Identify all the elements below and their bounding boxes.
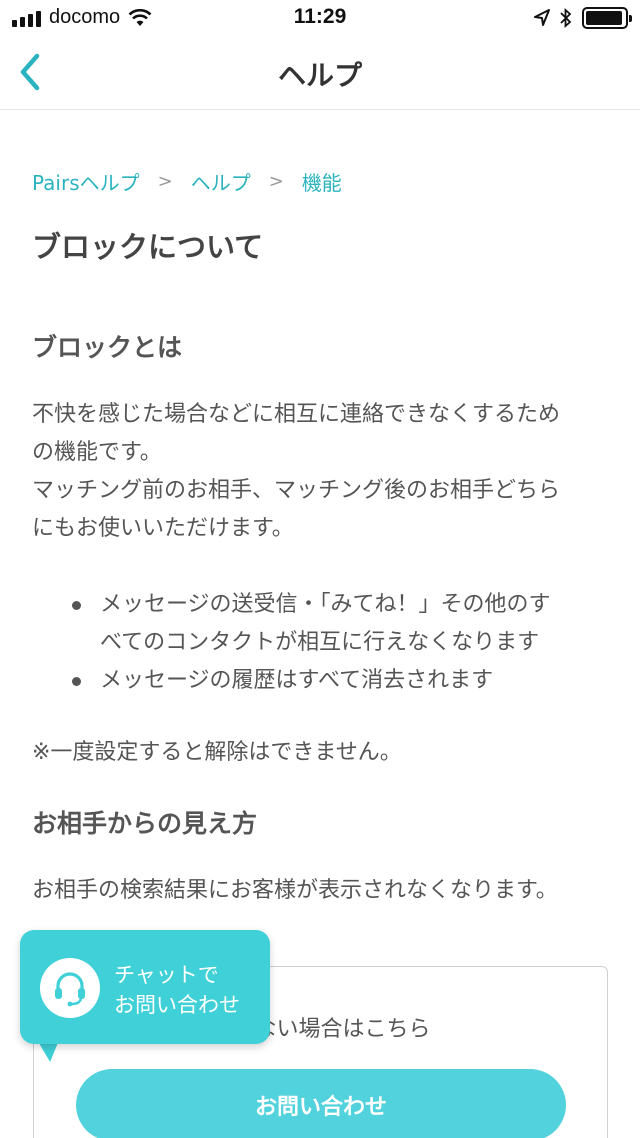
paragraph-line: にもお使いいただけます。: [32, 516, 294, 541]
breadcrumb: Pairsヘルプ > ヘルプ > 機能: [32, 160, 612, 202]
list-item: メッセージの送受信・「みてね！」その他のす べてのコンタクトが相互に行えなくなり…: [68, 586, 612, 662]
breadcrumb-separator: >: [268, 170, 284, 192]
chat-avatar: [40, 958, 100, 1018]
paragraph-line: 不快を感じた場合などに相互に連絡できなくするため: [32, 402, 561, 427]
note-text: ※一度設定すると解除はできません。: [32, 740, 402, 765]
headset-icon: [55, 972, 85, 1007]
article-content: Pairsヘルプ > ヘルプ > 機能 ブロックについて ブロックとは 不快を感…: [32, 160, 612, 910]
page-header-title: ヘルプ: [277, 59, 362, 92]
chat-label-line: お問い合わせ: [114, 993, 240, 1017]
paragraph-line: の機能です。: [32, 440, 162, 465]
list-item-line: メッセージの送受信・「みてね！」その他のす: [100, 592, 551, 617]
nav-bar: ヘルプ: [0, 36, 640, 110]
chat-label: チャットで お問い合わせ: [114, 960, 240, 1020]
contact-button[interactable]: お問い合わせ: [76, 1069, 566, 1138]
list-item-line: メッセージの履歴はすべて消去されます: [100, 668, 494, 693]
status-right: [534, 7, 632, 29]
list-item-line: べてのコンタクトが相互に行えなくなります: [100, 630, 540, 655]
breadcrumb-separator: >: [157, 170, 173, 192]
bullet-list: メッセージの送受信・「みてね！」その他のす べてのコンタクトが相互に行えなくなり…: [32, 586, 612, 700]
chat-support-button[interactable]: チャットで お問い合わせ: [20, 930, 270, 1044]
status-bar: docomo 11:29: [0, 0, 640, 36]
list-item: メッセージの履歴はすべて消去されます: [68, 662, 612, 700]
section-paragraph: 不快を感じた場合などに相互に連絡できなくするため の機能です。 マッチング前のお…: [32, 396, 612, 548]
chat-label-line: チャットで: [114, 963, 219, 987]
breadcrumb-pairs-help[interactable]: Pairsヘルプ: [32, 167, 140, 196]
section-heading-how-seen: お相手からの見え方: [32, 809, 258, 838]
paragraph-line: マッチング前のお相手、マッチング後のお相手どちら: [32, 478, 561, 503]
breadcrumb-help[interactable]: ヘルプ: [191, 167, 251, 196]
breadcrumb-features[interactable]: 機能: [302, 167, 342, 196]
battery-icon: [582, 7, 632, 29]
bluetooth-icon: [560, 8, 572, 28]
page-title: ブロックについて: [32, 230, 264, 264]
section-heading-what-is-block: ブロックとは: [32, 333, 183, 362]
location-arrow-icon: [534, 9, 550, 26]
section-paragraph: お相手の検索結果にお客様が表示されなくなります。: [32, 878, 558, 903]
